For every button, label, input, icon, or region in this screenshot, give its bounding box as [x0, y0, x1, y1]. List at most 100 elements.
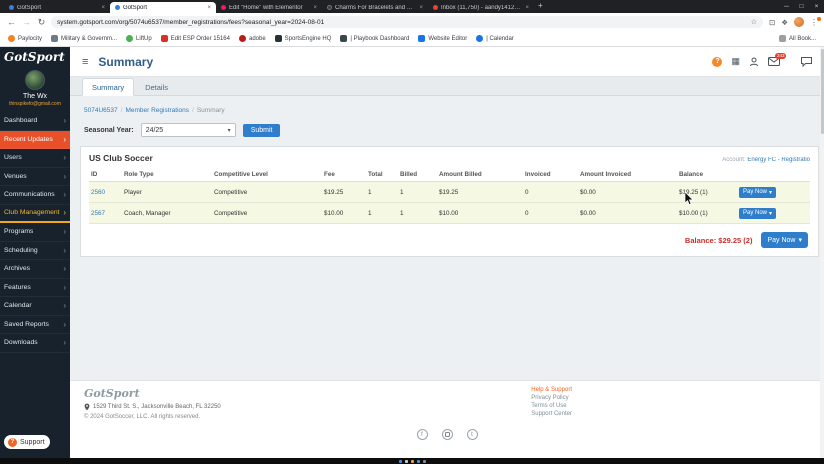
- scrollbar-thumb[interactable]: [820, 49, 824, 134]
- page-scrollbar[interactable]: [820, 47, 824, 458]
- sidebar-item-calendar[interactable]: Calendar ›: [0, 297, 70, 316]
- pay-now-button[interactable]: Pay Now ▾: [739, 207, 777, 219]
- hamburger-icon[interactable]: ≡: [82, 56, 88, 68]
- bookmark-item[interactable]: | Playbook Dashboard: [340, 35, 409, 42]
- taskbar-icon[interactable]: [410, 459, 414, 463]
- row-total: 1: [366, 181, 398, 203]
- row-fee: $10.00: [322, 202, 366, 224]
- page-viewport: GotSport The Wx thinspikefo@gmail.com Da…: [0, 47, 824, 458]
- twitter-icon[interactable]: t: [466, 429, 478, 440]
- apps-grid-icon[interactable]: ▦: [731, 56, 740, 67]
- all-bookmarks[interactable]: All Book...: [778, 35, 816, 42]
- seasonal-year-select[interactable]: 24/25 ▾: [140, 123, 236, 137]
- chevron-down-icon: ▾: [227, 127, 231, 134]
- bookmark-item[interactable]: Paylocity: [8, 35, 42, 42]
- tab-details[interactable]: Details: [136, 79, 177, 95]
- pay-now-total-button[interactable]: Pay Now ▾: [761, 232, 808, 248]
- taskbar-icon[interactable]: [404, 459, 408, 463]
- header-icons: ? ▦ 243: [712, 53, 812, 67]
- browser-tab-5[interactable]: Inbox (11,750) - aandy1412@... ×: [428, 2, 534, 13]
- address-bar[interactable]: system.gotsport.com/org/5074u6537/member…: [51, 16, 763, 28]
- caret-down-icon: ▾: [798, 237, 802, 244]
- tab-close-icon[interactable]: ×: [207, 5, 211, 11]
- tab-summary[interactable]: Summary: [82, 78, 135, 96]
- bookmark-item[interactable]: adobe: [238, 35, 266, 42]
- page-title: Summary: [98, 54, 154, 69]
- forward-icon[interactable]: →: [21, 13, 32, 31]
- bookmark-label: | Playbook Dashboard: [350, 35, 410, 42]
- sidebar-item-archives[interactable]: Archives ›: [0, 260, 70, 279]
- browser-tab-1[interactable]: GotSport ×: [4, 2, 110, 13]
- chevron-right-icon: ›: [63, 208, 66, 218]
- twitter-glyph: t: [471, 431, 473, 438]
- bookmark-item[interactable]: Website Editor: [418, 35, 467, 42]
- bookmark-favicon: [160, 35, 168, 42]
- sidebar-item-label: Dashboard: [4, 117, 38, 125]
- submit-button[interactable]: Submit: [242, 123, 281, 137]
- bookmark-item[interactable]: LiftUp: [126, 35, 152, 42]
- account-email[interactable]: thinspikefo@gmail.com: [0, 100, 70, 107]
- social-icons: f t: [84, 429, 810, 440]
- sidebar-item-features[interactable]: Features ›: [0, 279, 70, 297]
- breadcrumb-member-registrations[interactable]: Member Registrations: [125, 107, 189, 114]
- help-icon[interactable]: ?: [712, 56, 723, 67]
- sidebar-item-dashboard[interactable]: Dashboard ›: [0, 112, 70, 131]
- back-icon[interactable]: ←: [6, 13, 17, 31]
- sidebar-item-programs[interactable]: Programs ›: [0, 223, 70, 242]
- browser-tab-3[interactable]: Edit "Home" with Elementor ×: [216, 2, 322, 13]
- bookmark-star-icon[interactable]: ☆: [751, 18, 757, 26]
- row-id-link[interactable]: 2567: [89, 202, 122, 224]
- link-privacy-policy[interactable]: Privacy Policy: [531, 395, 572, 401]
- club-avatar[interactable]: [25, 70, 45, 90]
- bookmark-item[interactable]: SportsEngine HQ: [274, 35, 331, 42]
- taskbar-icon[interactable]: [422, 459, 426, 463]
- breadcrumb-org-id[interactable]: 5074U6537: [84, 107, 118, 114]
- account-link[interactable]: Energy FC - Registratio: [747, 157, 810, 163]
- taskbar-icon[interactable]: [398, 459, 402, 463]
- row-id-link[interactable]: 2560: [89, 181, 122, 203]
- bookmark-item[interactable]: Military & Governm...: [51, 35, 117, 42]
- mail-icon[interactable]: 243: [768, 53, 786, 66]
- sidebar-item-communications[interactable]: Communications ›: [0, 186, 70, 205]
- side-panel-icon[interactable]: ⊡: [769, 18, 775, 27]
- sidebar-item-recent-updates[interactable]: Recent Updates ›: [0, 130, 70, 149]
- sidebar-item-club-management[interactable]: Club Management ›: [0, 205, 70, 223]
- bookmark-label: adobe: [248, 35, 266, 42]
- bookmark-item[interactable]: Edit ESP Order 15164: [160, 35, 230, 42]
- browser-tab-title: GotSport: [17, 4, 42, 11]
- profile-avatar[interactable]: [794, 17, 804, 27]
- extensions-icon[interactable]: ❖: [781, 18, 788, 27]
- chat-icon[interactable]: [801, 56, 812, 67]
- col-invoiced: Invoiced: [523, 168, 578, 182]
- support-button[interactable]: ? Support: [4, 435, 50, 449]
- location-pin-icon: [84, 403, 90, 411]
- link-help-support[interactable]: Help & Support: [531, 387, 572, 393]
- pay-now-button[interactable]: Pay Now ▾: [739, 186, 777, 198]
- sidebar-item-scheduling[interactable]: Scheduling ›: [0, 242, 70, 260]
- new-tab-button[interactable]: +: [538, 0, 543, 11]
- refresh-icon[interactable]: ↻: [36, 13, 47, 31]
- tab-close-icon[interactable]: ×: [525, 5, 529, 11]
- minimize-button[interactable]: ─: [779, 0, 794, 13]
- tab-close-icon[interactable]: ×: [101, 5, 105, 11]
- sidebar-item-venues[interactable]: Venues ›: [0, 168, 70, 186]
- close-button[interactable]: ×: [809, 0, 824, 13]
- instagram-icon[interactable]: [441, 429, 453, 440]
- browser-tab-4[interactable]: Charms For Bracelets and Nec... ×: [322, 2, 428, 13]
- taskbar-icon[interactable]: [416, 459, 420, 463]
- browser-menu-icon[interactable]: ⋮: [810, 16, 821, 27]
- row-billed: 1: [398, 202, 437, 224]
- facebook-icon[interactable]: f: [416, 429, 428, 440]
- link-terms-of-use[interactable]: Terms of Use: [531, 403, 572, 409]
- maximize-button[interactable]: □: [794, 0, 809, 13]
- sidebar-item-downloads[interactable]: Downloads ›: [0, 334, 70, 353]
- bookmark-item[interactable]: | Calendar: [476, 35, 514, 42]
- sidebar-item-users[interactable]: Users ›: [0, 149, 70, 168]
- link-support-center[interactable]: Support Center: [531, 411, 572, 417]
- sidebar-item-saved-reports[interactable]: Saved Reports ›: [0, 316, 70, 334]
- browser-tab-2-active[interactable]: GotSport ×: [110, 2, 216, 13]
- tab-close-icon[interactable]: ×: [313, 5, 317, 11]
- tab-close-icon[interactable]: ×: [419, 5, 423, 11]
- user-icon[interactable]: [749, 57, 759, 67]
- chevron-right-icon: ›: [63, 264, 66, 274]
